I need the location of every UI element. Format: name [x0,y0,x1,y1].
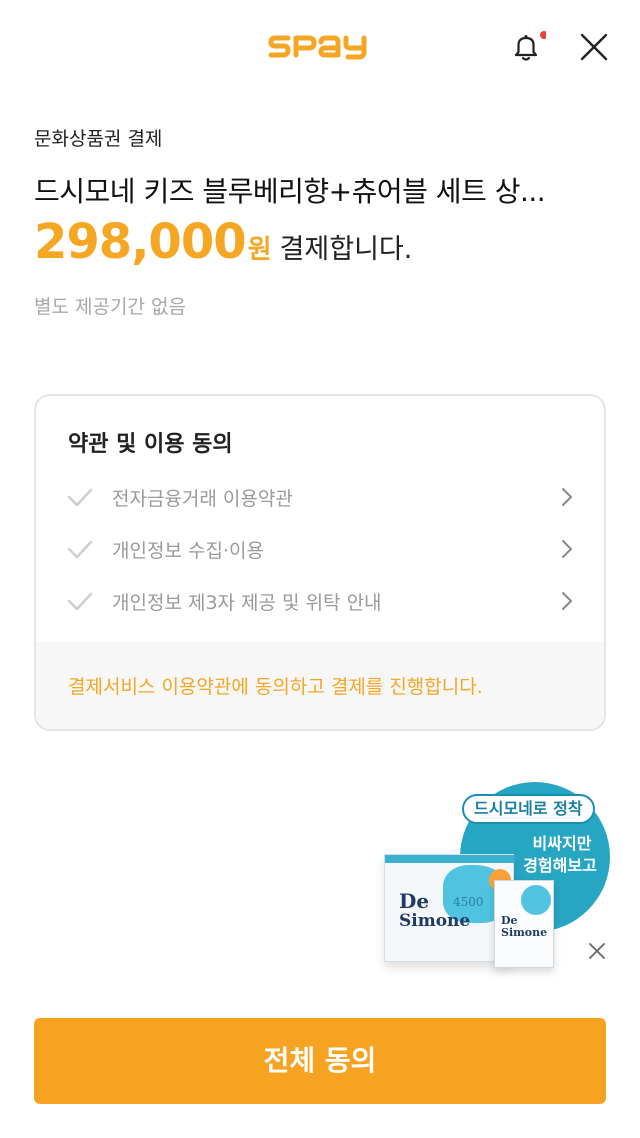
spay-logo [268,35,367,60]
term-item-label: 개인정보 제3자 제공 및 위탁 안내 [112,592,382,614]
close-icon [589,943,605,959]
terms-card: 약관 및 이용 동의 전자금융거래 이용약관 개인정보 수집·이용 개인정보 제… [34,394,606,731]
chevron-right-icon[interactable] [558,538,576,560]
close-button[interactable] [574,27,614,67]
term-item-electronic-finance[interactable]: 전자금융거래 이용약관 [36,474,604,520]
terms-title: 약관 및 이용 동의 [68,432,233,457]
check-icon[interactable] [66,486,94,508]
notification-dot [540,31,548,39]
ad-headline-1: 비싸지만 [532,834,592,853]
agree-all-button[interactable]: 전체 동의 [34,1018,606,1104]
sachet-brand: De Simone [501,915,547,939]
price-amount: 298,000 [34,214,247,270]
term-item-label: 전자금융거래 이용약관 [112,488,293,510]
ad-product-sachet: De Simone [494,880,554,968]
close-icon [580,33,608,61]
ad-product-number: 4500 [453,895,484,909]
term-item-label: 개인정보 수집·이용 [112,540,264,562]
ad-brand-line2: Simone [399,911,471,931]
terms-footer-notice: 결제서비스 이용약관에 동의하고 결제를 진행합니다. [68,676,483,698]
check-icon[interactable] [66,538,94,560]
payment-method-label: 문화상품권 결제 [34,128,163,150]
price-suffix: 결제합니다. [279,234,413,265]
notification-button[interactable] [506,28,548,68]
box-stripe [385,855,515,863]
ad-banner[interactable]: 드시모네로 정착 비싸지만 경험해보고 De 4500 Simone De Sim… [376,780,612,990]
sachet-graphic [521,885,551,915]
bell-icon [514,31,548,61]
chevron-right-icon[interactable] [558,486,576,508]
check-icon[interactable] [66,590,94,612]
top-header [0,0,640,95]
period-note: 별도 제공기간 없음 [34,296,186,318]
sachet-brand-2: Simone [501,926,548,939]
term-item-privacy-collection[interactable]: 개인정보 수집·이용 [36,526,604,572]
ad-headline-2: 경험해보고 [523,856,597,875]
ad-brand-line1: De [399,889,430,913]
product-name: 드시모네 키즈 블루베리향+츄어블 세트 상... [34,175,546,208]
price-currency: 원 [247,235,272,265]
price-row: 298,000 원 결제합니다. [34,214,412,274]
ad-close-button[interactable] [586,940,608,962]
terms-footer: 결제서비스 이용약관에 동의하고 결제를 진행합니다. [36,642,604,729]
term-item-third-party[interactable]: 개인정보 제3자 제공 및 위탁 안내 [36,578,604,624]
chevron-right-icon[interactable] [558,590,576,612]
ad-tag: 드시모네로 정착 [462,794,595,824]
